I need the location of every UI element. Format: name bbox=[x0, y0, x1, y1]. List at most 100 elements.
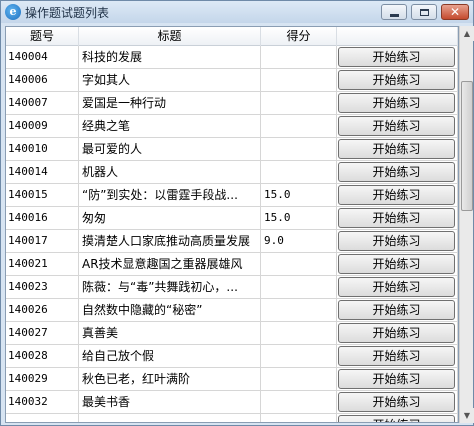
title-bar[interactable]: e 操作题试题列表 ✕ bbox=[1, 1, 473, 23]
question-id-cell: 140004 bbox=[6, 46, 79, 68]
maximize-button[interactable] bbox=[411, 4, 437, 20]
start-practice-button[interactable]: 开始练习 bbox=[338, 47, 455, 67]
table-row[interactable]: 140015 “防”到实处：以雷霆手段战... 15.0 开始练习 bbox=[6, 184, 458, 207]
question-id-cell: 140032 bbox=[6, 391, 79, 413]
column-header-score[interactable]: 得分 bbox=[261, 27, 337, 46]
table-row[interactable]: 140026 自然数中隐藏的“秘密” 开始练习 bbox=[6, 299, 458, 322]
score-cell bbox=[261, 322, 337, 344]
table-row[interactable]: 开始练习 bbox=[6, 414, 458, 422]
question-title-cell: 机器人 bbox=[79, 161, 261, 183]
question-title-cell: 科技的发展 bbox=[79, 46, 261, 68]
score-cell: 9.0 bbox=[261, 230, 337, 252]
action-cell: 开始练习 bbox=[337, 46, 458, 68]
question-title-cell: 匆匆 bbox=[79, 207, 261, 229]
action-cell: 开始练习 bbox=[337, 138, 458, 160]
action-cell: 开始练习 bbox=[337, 230, 458, 252]
start-practice-button[interactable]: 开始练习 bbox=[338, 139, 455, 159]
table-row[interactable]: 140028 给自己放个假 开始练习 bbox=[6, 345, 458, 368]
table-row[interactable]: 140009 经典之笔 开始练习 bbox=[6, 115, 458, 138]
table-row[interactable]: 140004 科技的发展 开始练习 bbox=[6, 46, 458, 69]
window-title: 操作题试题列表 bbox=[25, 5, 110, 20]
scroll-down-icon[interactable]: ▼ bbox=[460, 408, 474, 423]
score-cell bbox=[261, 161, 337, 183]
question-id-cell: 140014 bbox=[6, 161, 79, 183]
action-cell: 开始练习 bbox=[337, 345, 458, 367]
score-cell bbox=[261, 414, 337, 422]
score-cell bbox=[261, 253, 337, 275]
question-id-cell bbox=[6, 414, 79, 422]
action-cell: 开始练习 bbox=[337, 391, 458, 413]
action-cell: 开始练习 bbox=[337, 161, 458, 183]
table-row[interactable]: 140021 AR技术显意趣国之重器展雄风 开始练习 bbox=[6, 253, 458, 276]
minimize-button[interactable] bbox=[381, 4, 407, 20]
question-title-cell: 自然数中隐藏的“秘密” bbox=[79, 299, 261, 321]
table-row[interactable]: 140014 机器人 开始练习 bbox=[6, 161, 458, 184]
table-row[interactable]: 140006 字如其人 开始练习 bbox=[6, 69, 458, 92]
question-id-cell: 140021 bbox=[6, 253, 79, 275]
column-header-action[interactable] bbox=[337, 27, 458, 46]
start-practice-button[interactable]: 开始练习 bbox=[338, 116, 455, 136]
close-button[interactable]: ✕ bbox=[441, 4, 469, 20]
action-cell: 开始练习 bbox=[337, 414, 458, 422]
vertical-scrollbar[interactable]: ▲ ▼ bbox=[459, 26, 474, 423]
question-title-cell: 字如其人 bbox=[79, 69, 261, 91]
table-row[interactable]: 140032 最美书香 开始练习 bbox=[6, 391, 458, 414]
score-cell bbox=[261, 299, 337, 321]
column-header-title[interactable]: 标题 bbox=[79, 27, 261, 46]
start-practice-button[interactable]: 开始练习 bbox=[338, 254, 455, 274]
table-row[interactable]: 140010 最可爱的人 开始练习 bbox=[6, 138, 458, 161]
start-practice-button[interactable]: 开始练习 bbox=[338, 415, 455, 422]
start-practice-button[interactable]: 开始练习 bbox=[338, 231, 455, 251]
table-row[interactable]: 140016 匆匆 15.0 开始练习 bbox=[6, 207, 458, 230]
question-id-cell: 140015 bbox=[6, 184, 79, 206]
start-practice-button[interactable]: 开始练习 bbox=[338, 300, 455, 320]
question-title-cell: “防”到实处：以雷霆手段战... bbox=[79, 184, 261, 206]
question-title-cell: 真善美 bbox=[79, 322, 261, 344]
score-cell bbox=[261, 276, 337, 298]
start-practice-button[interactable]: 开始练习 bbox=[338, 392, 455, 412]
scroll-thumb[interactable] bbox=[461, 81, 473, 211]
start-practice-button[interactable]: 开始练习 bbox=[338, 70, 455, 90]
question-title-cell bbox=[79, 414, 261, 422]
question-id-cell: 140009 bbox=[6, 115, 79, 137]
action-cell: 开始练习 bbox=[337, 69, 458, 91]
question-id-cell: 140017 bbox=[6, 230, 79, 252]
start-practice-button[interactable]: 开始练习 bbox=[338, 208, 455, 228]
table-row[interactable]: 140029 秋色已老，红叶满阶 开始练习 bbox=[6, 368, 458, 391]
score-cell bbox=[261, 138, 337, 160]
scroll-up-icon[interactable]: ▲ bbox=[460, 26, 474, 41]
start-practice-button[interactable]: 开始练习 bbox=[338, 369, 455, 389]
question-id-cell: 140029 bbox=[6, 368, 79, 390]
question-title-cell: 最美书香 bbox=[79, 391, 261, 413]
question-title-cell: AR技术显意趣国之重器展雄风 bbox=[79, 253, 261, 275]
start-practice-button[interactable]: 开始练习 bbox=[338, 162, 455, 182]
score-cell bbox=[261, 115, 337, 137]
start-practice-button[interactable]: 开始练习 bbox=[338, 346, 455, 366]
start-practice-button[interactable]: 开始练习 bbox=[338, 185, 455, 205]
exercise-list-window: e 操作题试题列表 ✕ 题号 标题 得分 140004 科技的发展 开始练习 1400… bbox=[0, 0, 474, 426]
table-row[interactable]: 140017 摸清楚人口家底推动高质量发展 9.0 开始练习 bbox=[6, 230, 458, 253]
action-cell: 开始练习 bbox=[337, 299, 458, 321]
start-practice-button[interactable]: 开始练习 bbox=[338, 277, 455, 297]
table-row[interactable]: 140007 爱国是一种行动 开始练习 bbox=[6, 92, 458, 115]
score-cell: 15.0 bbox=[261, 184, 337, 206]
question-id-cell: 140028 bbox=[6, 345, 79, 367]
start-practice-button[interactable]: 开始练习 bbox=[338, 323, 455, 343]
maximize-icon bbox=[419, 8, 429, 16]
action-cell: 开始练习 bbox=[337, 184, 458, 206]
table-row[interactable]: 140023 陈薇：与“毒”共舞践初心，... 开始练习 bbox=[6, 276, 458, 299]
start-practice-button[interactable]: 开始练习 bbox=[338, 93, 455, 113]
question-title-cell: 给自己放个假 bbox=[79, 345, 261, 367]
question-title-cell: 最可爱的人 bbox=[79, 138, 261, 160]
action-cell: 开始练习 bbox=[337, 115, 458, 137]
question-id-cell: 140007 bbox=[6, 92, 79, 114]
question-title-cell: 陈薇：与“毒”共舞践初心，... bbox=[79, 276, 261, 298]
table-body: 140004 科技的发展 开始练习 140006 字如其人 开始练习 140007 爱国是一种… bbox=[6, 46, 458, 422]
question-title-cell: 经典之笔 bbox=[79, 115, 261, 137]
close-icon: ✕ bbox=[449, 5, 461, 19]
score-cell bbox=[261, 368, 337, 390]
action-cell: 开始练习 bbox=[337, 368, 458, 390]
column-header-id[interactable]: 题号 bbox=[6, 27, 79, 46]
score-cell bbox=[261, 92, 337, 114]
table-row[interactable]: 140027 真善美 开始练习 bbox=[6, 322, 458, 345]
